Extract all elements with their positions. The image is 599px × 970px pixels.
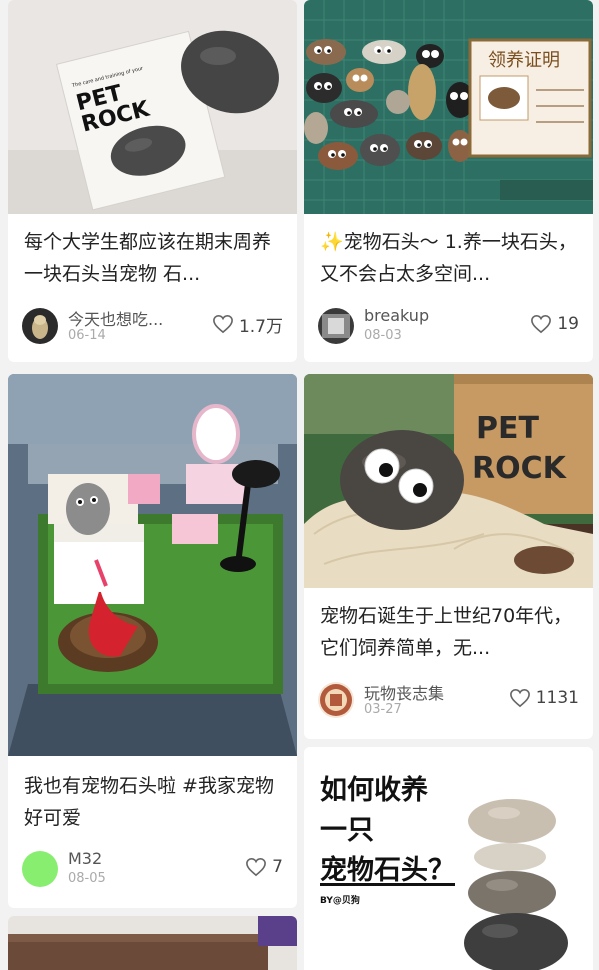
guide-title-line-2: 一只	[320, 815, 374, 846]
author-avatar[interactable]	[22, 308, 58, 344]
author-avatar[interactable]	[318, 682, 354, 718]
box-text-rock: ROCK	[472, 451, 568, 486]
post-image[interactable]: 如何收养 一只 宠物石头？ BY@贝狗	[304, 747, 593, 970]
heart-outline-icon	[531, 314, 552, 334]
author-name[interactable]: breakup	[364, 306, 429, 325]
post-card[interactable]: 我也有宠物石头啦 #我家宠物好可爱 M32 08-05 7	[8, 374, 297, 908]
adoption-certificate-title: 领养证明	[488, 50, 560, 71]
like-count: 1131	[535, 688, 579, 708]
post-title[interactable]: ✨宠物石头～ 1.养一块石头，又不会占太多空间...	[320, 226, 581, 290]
like-count: 1.7万	[238, 316, 283, 337]
heart-outline-icon	[246, 857, 267, 877]
avatar-seal-icon	[318, 682, 354, 718]
post-image[interactable]: The care and training of your PET ROCK	[8, 0, 297, 214]
photo-placeholder-icon	[8, 916, 297, 970]
post-title[interactable]: 宠物石诞生于上世纪70年代，它们饲养简单，无...	[320, 600, 581, 664]
post-card[interactable]: The care and training of your PET ROCK 每…	[8, 0, 297, 362]
pet-rock-book-photo: The care and training of your PET ROCK	[8, 0, 297, 214]
pet-rocks-cutting-mat-photo: 领养证明	[304, 0, 593, 214]
pet-rock-box-photo: PET ROCK	[304, 374, 593, 588]
like-button[interactable]: 7	[245, 855, 283, 879]
waterfall-feed: The care and training of your PET ROCK 每…	[0, 0, 599, 970]
author-name[interactable]: M32	[68, 849, 102, 868]
author-name[interactable]: 玩物丧志集	[364, 680, 444, 704]
post-image[interactable]: 领养证明	[304, 0, 593, 214]
author-avatar[interactable]	[318, 308, 354, 344]
post-card[interactable]: 如何收养 一只 宠物石头？ BY@贝狗	[304, 747, 593, 970]
like-button[interactable]: 1.7万	[212, 312, 283, 337]
post-card[interactable]: 领养证明 ✨宠物石头～ 1.养一块石头，又不会占太多空间... breakup …	[304, 0, 593, 362]
post-date: 06-14	[68, 328, 106, 343]
avatar-photo-icon	[318, 308, 354, 344]
avatar-photo-icon	[22, 308, 58, 344]
post-meta: 今天也想吃... 06-14 1.7万	[22, 308, 283, 348]
guide-cover-title: 如何收养 一只 宠物石头？	[320, 771, 455, 891]
like-button[interactable]: 1131	[509, 686, 579, 710]
like-count: 7	[272, 857, 283, 877]
post-title[interactable]: 我也有宠物石头啦 #我家宠物好可爱	[24, 770, 285, 834]
post-image[interactable]: PET ROCK	[304, 374, 593, 588]
post-title[interactable]: 每个大学生都应该在期末周养一块石头当宠物 石...	[24, 226, 285, 290]
post-image[interactable]	[8, 374, 297, 756]
pet-rock-dollhouse-photo	[8, 374, 297, 756]
post-image[interactable]	[8, 916, 297, 970]
heart-outline-icon	[213, 314, 233, 334]
like-count: 19	[557, 314, 579, 334]
guide-title-line-3: 宠物石头？	[320, 855, 455, 886]
author-avatar[interactable]	[22, 851, 58, 887]
post-card[interactable]: PET ROCK 宠物石诞生于上世纪70年代，它们饲养简单，无... 玩物丧志集…	[304, 374, 593, 739]
post-date: 08-03	[364, 328, 402, 343]
heart-outline-icon	[509, 688, 530, 708]
post-date: 08-05	[68, 871, 106, 886]
post-date: 03-27	[364, 702, 402, 717]
author-name[interactable]: 今天也想吃...	[68, 306, 163, 330]
post-card[interactable]	[8, 916, 297, 970]
guide-title-line-1: 如何收养	[320, 775, 428, 806]
like-button[interactable]: 19	[530, 312, 579, 336]
box-text-pet: PET	[476, 411, 539, 446]
post-meta: breakup 08-03 19	[318, 306, 579, 348]
guide-byline: BY@贝狗	[320, 896, 360, 906]
post-meta: 玩物丧志集 03-27 1131	[318, 682, 579, 722]
post-meta: M32 08-05 7	[22, 849, 283, 891]
